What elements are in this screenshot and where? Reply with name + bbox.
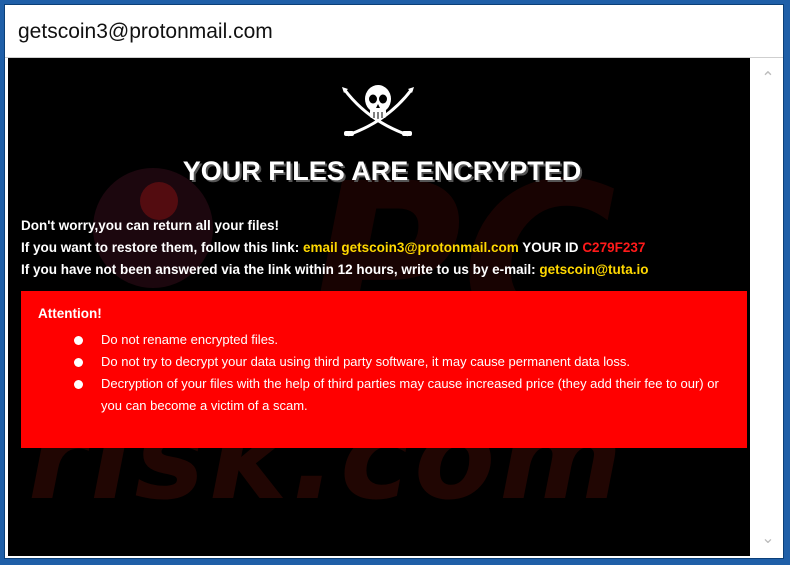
list-item: Decryption of your files with the help o… xyxy=(71,373,736,417)
attention-box: Attention! Do not rename encrypted files… xyxy=(21,291,747,448)
instructions: Don't worry,you can return all your file… xyxy=(21,215,741,281)
window-title: getscoin3@protonmail.com xyxy=(18,20,273,43)
fallback-email: getscoin@tuta.io xyxy=(539,262,649,277)
fallback-line: If you have not been answered via the li… xyxy=(21,262,649,277)
headline: YOUR FILES ARE ENCRYPTED xyxy=(182,156,582,186)
bullet-icon xyxy=(74,358,83,367)
id-label: YOUR ID xyxy=(522,240,579,255)
note-content: PC risk.com YOUR FILES ARE ENCRYPTED Don… xyxy=(8,58,750,556)
bullet-icon xyxy=(74,380,83,389)
reassurance-line: Don't worry,you can return all your file… xyxy=(21,218,280,233)
ransom-note-window: getscoin3@protonmail.com PC risk.com YOU… xyxy=(4,4,784,559)
attention-title: Attention! xyxy=(38,306,102,321)
victim-id: C279F237 xyxy=(582,240,646,255)
chevron-down-icon[interactable]: ⌄ xyxy=(758,528,778,548)
list-item: Do not try to decrypt your data using th… xyxy=(71,351,736,373)
restore-line: If you want to restore them, follow this… xyxy=(21,240,646,255)
vertical-scrollbar[interactable]: ⌃ ⌄ xyxy=(753,58,782,556)
title-bar: getscoin3@protonmail.com xyxy=(5,5,783,58)
bullet-icon xyxy=(74,336,83,345)
chevron-up-icon[interactable]: ⌃ xyxy=(758,68,778,88)
contact-email: email getscoin3@protonmail.com xyxy=(303,240,519,255)
attention-list: Do not rename encrypted files. Do not tr… xyxy=(71,329,736,417)
list-item: Do not rename encrypted files. xyxy=(71,329,736,351)
skull-crossed-swords-icon xyxy=(342,85,414,137)
